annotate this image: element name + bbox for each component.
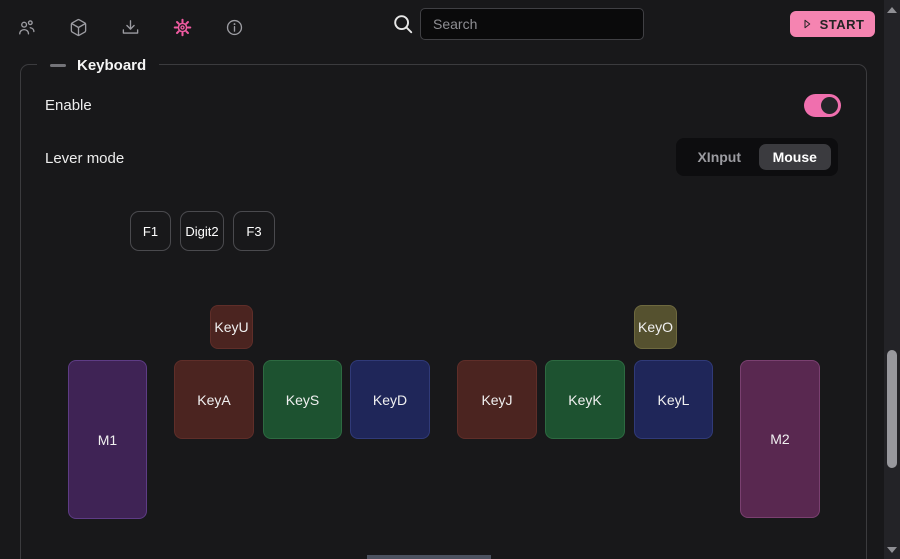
- lever-mode-label: Lever mode: [45, 150, 124, 167]
- keyboard-section: Keyboard Enable Lever mode XInput Mouse …: [20, 64, 867, 559]
- key-keyd[interactable]: KeyD: [350, 360, 430, 439]
- info-icon: [225, 18, 244, 37]
- info-icon[interactable]: [222, 15, 246, 39]
- package-icon[interactable]: [66, 15, 90, 39]
- vertical-scrollbar[interactable]: [884, 0, 900, 559]
- download-icon: [121, 18, 140, 37]
- legend-dash: [50, 64, 66, 67]
- key-keya[interactable]: KeyA: [174, 360, 254, 439]
- keyboard-section-legend: Keyboard: [37, 55, 159, 75]
- download-icon[interactable]: [118, 15, 142, 39]
- function-key-row: F1 Digit2 F3: [130, 211, 275, 251]
- key-keys[interactable]: KeyS: [263, 360, 342, 439]
- key-keyk[interactable]: KeyK: [545, 360, 625, 439]
- gear-icon: [173, 18, 192, 37]
- key-keyu[interactable]: KeyU: [210, 305, 253, 349]
- enable-toggle[interactable]: [804, 94, 841, 117]
- search-input[interactable]: [420, 8, 644, 40]
- start-button[interactable]: START: [790, 11, 875, 37]
- key-m1[interactable]: M1: [68, 360, 147, 519]
- key-digit2[interactable]: Digit2: [180, 211, 224, 251]
- search-icon: [392, 13, 414, 35]
- key-f3[interactable]: F3: [233, 211, 275, 251]
- scroll-down-arrow-icon[interactable]: [887, 547, 897, 553]
- key-keyo[interactable]: KeyO: [634, 305, 677, 349]
- key-keyj[interactable]: KeyJ: [457, 360, 537, 439]
- app-window: START Keyboard Enable Lever mode XInput …: [0, 0, 900, 559]
- scroll-up-arrow-icon[interactable]: [887, 7, 897, 13]
- users-icon[interactable]: [14, 15, 38, 39]
- lever-mode-segmented-control: XInput Mouse: [676, 138, 838, 176]
- key-f1[interactable]: F1: [130, 211, 171, 251]
- scrollbar-thumb[interactable]: [887, 350, 897, 468]
- lever-mode-option-mouse[interactable]: Mouse: [759, 144, 832, 170]
- play-icon: [801, 18, 813, 30]
- settings-icon[interactable]: [170, 15, 194, 39]
- bottom-partial-element: [367, 555, 491, 559]
- key-m2[interactable]: M2: [740, 360, 820, 518]
- toggle-knob: [821, 97, 838, 114]
- enable-label: Enable: [45, 97, 92, 114]
- lever-mode-option-xinput[interactable]: XInput: [683, 144, 756, 170]
- key-keyl[interactable]: KeyL: [634, 360, 713, 439]
- users-icon: [17, 18, 36, 37]
- start-button-label: START: [820, 17, 865, 32]
- section-title: Keyboard: [77, 57, 146, 74]
- package-icon: [69, 18, 88, 37]
